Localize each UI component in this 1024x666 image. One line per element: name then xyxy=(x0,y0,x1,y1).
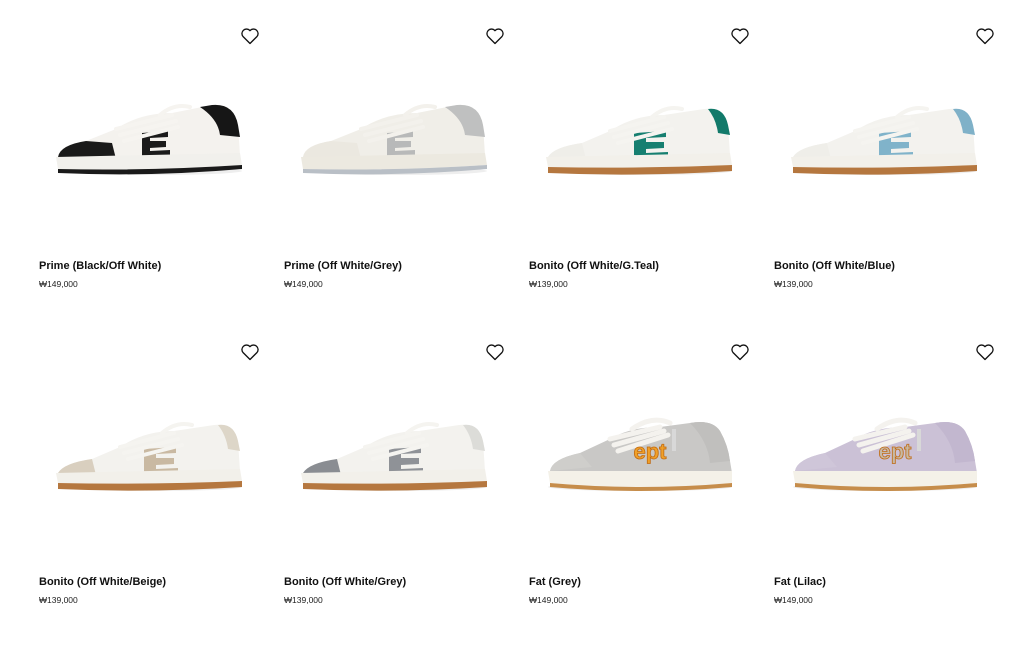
heart-icon[interactable] xyxy=(485,342,505,362)
shoe-image xyxy=(55,103,242,175)
heart-icon[interactable] xyxy=(975,26,995,46)
product-card[interactable]: Bonito (Off White/Beige) ₩139,000 xyxy=(27,333,272,649)
shoe-image: ept xyxy=(547,417,732,491)
product-card[interactable]: ept Fat (Lilac) ₩149,000 xyxy=(762,333,1007,649)
product-price: ₩149,000 xyxy=(529,595,568,605)
product-grid: Prime (Black/Off White) ₩149,000 Prime (… xyxy=(27,17,1007,649)
product-name[interactable]: Bonito (Off White/Blue) xyxy=(774,260,895,272)
heart-icon[interactable] xyxy=(240,342,260,362)
heart-icon[interactable] xyxy=(485,26,505,46)
heart-icon[interactable] xyxy=(730,342,750,362)
product-name[interactable]: Prime (Off White/Grey) xyxy=(284,260,402,272)
product-price: ₩139,000 xyxy=(529,279,568,289)
svg-text:ept: ept xyxy=(878,439,912,464)
product-price: ₩139,000 xyxy=(774,279,813,289)
product-image[interactable] xyxy=(39,17,260,252)
product-price: ₩149,000 xyxy=(39,279,78,289)
product-card[interactable]: Bonito (Off White/Grey) ₩139,000 xyxy=(272,333,517,649)
product-price: ₩139,000 xyxy=(39,595,78,605)
product-card[interactable]: ept Fat (Grey) ₩149,000 xyxy=(517,333,762,649)
product-card[interactable]: Bonito (Off White/Blue) ₩139,000 xyxy=(762,17,1007,333)
product-name[interactable]: Bonito (Off White/Grey) xyxy=(284,576,406,588)
shoe-image xyxy=(545,105,732,175)
product-name[interactable]: Prime (Black/Off White) xyxy=(39,260,161,272)
shoe-image xyxy=(300,103,487,175)
product-price: ₩149,000 xyxy=(774,595,813,605)
product-image[interactable] xyxy=(39,333,260,568)
product-image[interactable] xyxy=(774,17,995,252)
shoe-image: ept xyxy=(792,417,977,491)
product-name[interactable]: Fat (Lilac) xyxy=(774,576,826,588)
product-image[interactable] xyxy=(529,17,750,252)
product-card[interactable]: Bonito (Off White/G.Teal) ₩139,000 xyxy=(517,17,762,333)
heart-icon[interactable] xyxy=(730,26,750,46)
product-image[interactable] xyxy=(284,333,505,568)
shoe-image xyxy=(790,105,977,175)
shoe-image xyxy=(300,421,487,491)
product-image[interactable] xyxy=(284,17,505,252)
product-name[interactable]: Bonito (Off White/G.Teal) xyxy=(529,260,659,272)
heart-icon[interactable] xyxy=(975,342,995,362)
product-card[interactable]: Prime (Black/Off White) ₩149,000 xyxy=(27,17,272,333)
svg-text:ept: ept xyxy=(633,439,667,464)
product-image[interactable]: ept xyxy=(774,333,995,568)
product-card[interactable]: Prime (Off White/Grey) ₩149,000 xyxy=(272,17,517,333)
shoe-image xyxy=(55,421,242,491)
product-price: ₩139,000 xyxy=(284,595,323,605)
product-price: ₩149,000 xyxy=(284,279,323,289)
heart-icon[interactable] xyxy=(240,26,260,46)
product-name[interactable]: Bonito (Off White/Beige) xyxy=(39,576,166,588)
product-name[interactable]: Fat (Grey) xyxy=(529,576,581,588)
product-image[interactable]: ept xyxy=(529,333,750,568)
